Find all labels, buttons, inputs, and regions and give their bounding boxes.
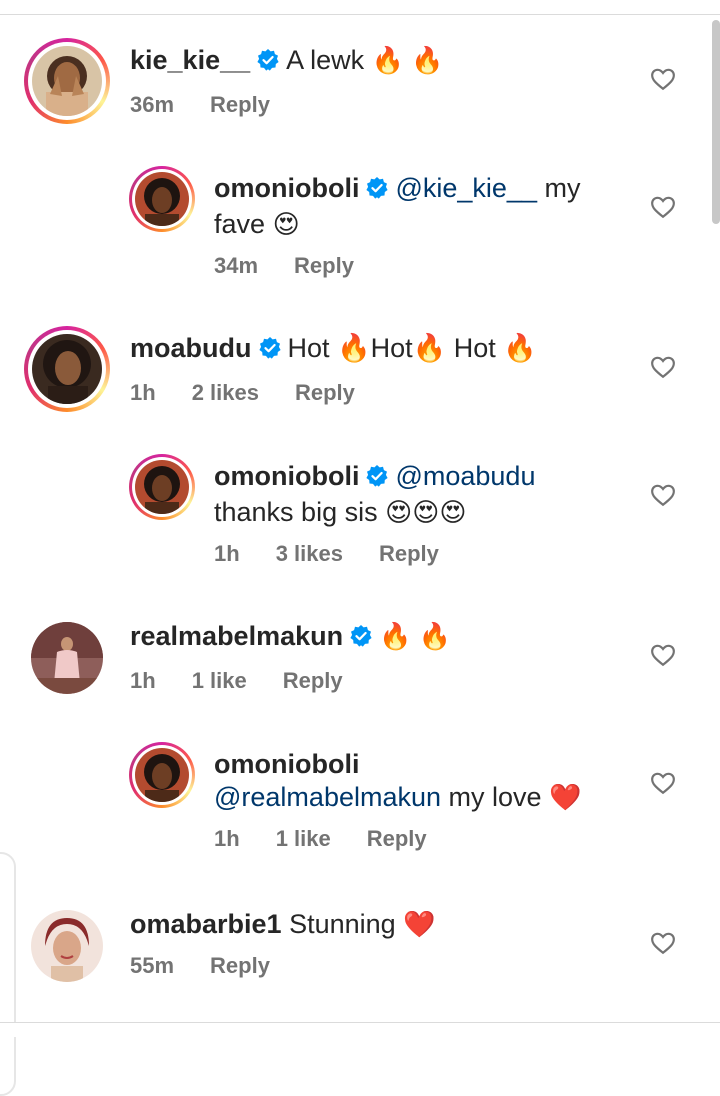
- comment-text: Hot 🔥Hot🔥 Hot 🔥: [287, 333, 537, 363]
- red-heart-emoji: ❤️: [549, 782, 582, 812]
- reply-body: omonioboli @realmabelmakun my love ❤️ 1h…: [214, 748, 581, 852]
- fire-emoji: 🔥 🔥: [379, 621, 452, 651]
- heart-eyes-emoji: 😍😍😍: [385, 497, 467, 527]
- red-heart-emoji: ❤️: [403, 909, 436, 939]
- comment-body: omabarbie1 Stunning ❤️ 55m Reply: [130, 908, 436, 979]
- mention-link[interactable]: @kie_kie__: [395, 173, 537, 203]
- reply-button[interactable]: Reply: [283, 668, 343, 693]
- avatar[interactable]: [129, 454, 195, 520]
- comment-body: kie_kie__ A lewk 🔥 🔥 36m Reply: [130, 44, 444, 118]
- bottom-divider: [0, 1022, 720, 1037]
- like-heart-icon[interactable]: [650, 930, 676, 956]
- timestamp: 34m: [214, 253, 259, 278]
- like-heart-icon[interactable]: [650, 66, 676, 92]
- like-heart-icon[interactable]: [650, 770, 676, 796]
- reply-button[interactable]: Reply: [210, 92, 270, 117]
- timestamp: 1h: [214, 541, 240, 566]
- reply-button[interactable]: Reply: [210, 953, 270, 978]
- like-heart-icon[interactable]: [650, 642, 676, 668]
- reply-button[interactable]: Reply: [294, 253, 354, 278]
- like-heart-icon[interactable]: [650, 194, 676, 220]
- verified-badge-icon: [365, 175, 389, 208]
- avatar[interactable]: [24, 38, 110, 124]
- comment-text: thanks big sis: [214, 497, 378, 527]
- username[interactable]: realmabelmakun: [130, 621, 343, 651]
- likes-count[interactable]: 1 like: [276, 826, 331, 851]
- timestamp: 1h: [214, 826, 240, 851]
- reply-body: omonioboli @moabudu thanks big sis 😍😍😍 1…: [214, 460, 535, 567]
- mention-link[interactable]: @moabudu: [395, 461, 535, 491]
- likes-count[interactable]: 1 like: [192, 668, 247, 693]
- like-heart-icon[interactable]: [650, 354, 676, 380]
- comment-text: my love: [448, 782, 542, 812]
- username[interactable]: omabarbie1: [130, 909, 282, 939]
- verified-badge-icon: [256, 47, 280, 80]
- mention-link[interactable]: @realmabelmakun: [214, 782, 441, 812]
- like-heart-icon[interactable]: [650, 482, 676, 508]
- timestamp: 1h: [130, 380, 156, 405]
- username[interactable]: omonioboli: [214, 749, 359, 779]
- verified-badge-icon: [349, 623, 373, 656]
- reply-body: omonioboli @kie_kie__ my fave 😍 34m Reply: [214, 172, 580, 279]
- reply-button[interactable]: Reply: [295, 380, 355, 405]
- timestamp: 55m: [130, 953, 175, 978]
- comment-text: A lewk: [286, 45, 365, 75]
- heart-eyes-emoji: 😍: [272, 209, 300, 239]
- avatar[interactable]: [129, 166, 195, 232]
- comment-body: realmabelmakun 🔥 🔥 1h 1 like Reply: [130, 620, 451, 694]
- timestamp: 36m: [130, 92, 175, 117]
- reply-button[interactable]: Reply: [367, 826, 427, 851]
- username[interactable]: kie_kie__: [130, 45, 250, 75]
- avatar[interactable]: [31, 622, 103, 694]
- username[interactable]: moabudu: [130, 333, 252, 363]
- avatar[interactable]: [129, 742, 195, 808]
- fire-emoji: 🔥 🔥: [371, 45, 444, 75]
- username[interactable]: omonioboli: [214, 173, 359, 203]
- scrollbar[interactable]: [712, 20, 720, 224]
- avatar[interactable]: [24, 326, 110, 412]
- comment-text: Stunning: [289, 909, 396, 939]
- comment-text: my: [544, 173, 581, 203]
- avatar[interactable]: [31, 910, 103, 982]
- likes-count[interactable]: 2 likes: [192, 380, 259, 405]
- verified-badge-icon: [258, 335, 282, 368]
- timestamp: 1h: [130, 668, 156, 693]
- top-divider: [0, 0, 720, 15]
- comment-text: fave: [214, 209, 266, 239]
- reply-button[interactable]: Reply: [379, 541, 439, 566]
- verified-badge-icon: [365, 463, 389, 496]
- sheet-edge: [0, 852, 16, 1096]
- comment-body: moabudu Hot 🔥Hot🔥 Hot 🔥 1h 2 likes Reply: [130, 332, 537, 406]
- username[interactable]: omonioboli: [214, 461, 359, 491]
- likes-count[interactable]: 3 likes: [276, 541, 343, 566]
